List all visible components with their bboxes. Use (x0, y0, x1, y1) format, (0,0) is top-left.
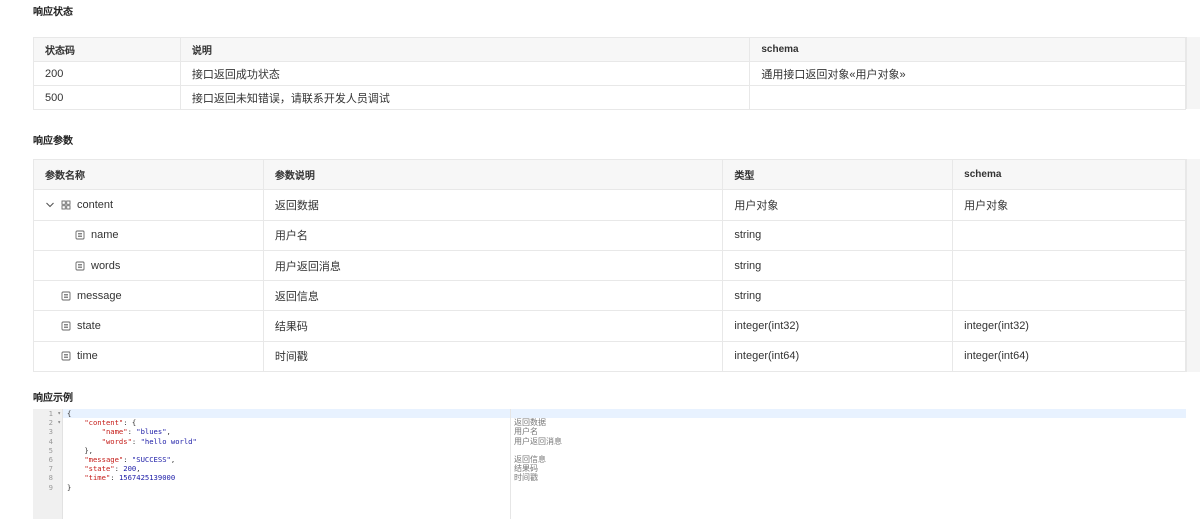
param-schema (952, 219, 1186, 251)
param-description: 结果码 (262, 310, 724, 342)
param-name: name (91, 229, 119, 242)
code-comments: 返回数据 用户名 用户返回消息 返回信息 结果码 时间戳 (514, 418, 562, 482)
comment-line: 用户名 (514, 427, 538, 437)
field-icon (61, 291, 71, 301)
comment-line: 返回信息 (514, 454, 546, 464)
param-type: 用户对象 (722, 189, 954, 221)
param-type: string (722, 249, 954, 282)
column-header-schema: schema (749, 37, 1186, 62)
field-icon (61, 351, 71, 361)
param-description: 返回信息 (262, 280, 724, 312)
column-header-type: 类型 (722, 158, 954, 191)
param-schema (952, 249, 1186, 282)
param-name: time (77, 350, 98, 363)
param-name: state (77, 320, 101, 333)
code-line: "content": { (84, 418, 137, 428)
code-line: } (67, 482, 72, 492)
object-grid-icon (61, 200, 71, 210)
line-number: 3 (48, 427, 53, 437)
scrollbar[interactable] (1186, 37, 1200, 109)
description-cell: 接口返回成功状态 (179, 61, 751, 86)
comment-line: 返回数据 (514, 418, 546, 428)
comment-divider (510, 409, 511, 519)
param-type: string (722, 219, 954, 251)
active-line-highlight (63, 409, 1186, 419)
response-example-title: 响应示例 (33, 393, 73, 404)
param-type: integer(int64) (722, 340, 954, 373)
code-line: "words": "hello world" (101, 436, 197, 446)
code-line: "state": 200, (84, 464, 141, 474)
field-icon (75, 261, 85, 270)
code-line: "time": 1567425139000 (84, 473, 176, 483)
param-name: words (91, 259, 121, 272)
param-description: 用户返回消息 (262, 249, 724, 282)
table-row: state 结果码 integer(int32) integer(int32) (33, 310, 1186, 342)
response-status-title: 响应状态 (33, 7, 73, 18)
code-line: }, (84, 445, 93, 455)
line-number: 1 ▾ (48, 409, 61, 418)
table-row: message 返回信息 string (33, 280, 1186, 312)
line-number: 7 (48, 464, 53, 474)
param-description: 时间戳 (262, 340, 724, 373)
table-row: 500 接口返回未知错误，请联系开发人员调试 (33, 85, 1186, 110)
response-params-table: 参数名称 参数说明 类型 schema content 返回数据 用户对象 用户… (33, 158, 1186, 373)
schema-cell (749, 85, 1186, 110)
fold-arrow-icon[interactable]: ▾ (57, 418, 61, 427)
table-row: 200 接口返回成功状态 通用接口返回对象«用户对象» (33, 61, 1186, 86)
param-schema: integer(int64) (952, 340, 1186, 373)
response-example-editor[interactable]: 1 ▾ 2 ▾ 3 4 5 6 7 8 9 { "content": { "name… (33, 409, 1186, 519)
chevron-down-icon[interactable] (45, 200, 55, 210)
comment-line (514, 446, 562, 455)
field-icon (75, 230, 85, 240)
param-schema: integer(int32) (952, 310, 1186, 342)
column-header-schema: schema (952, 158, 1186, 191)
comment-line: 时间戳 (514, 473, 538, 483)
response-status-table: 状态码 说明 schema 200 接口返回成功状态 通用接口返回对象«用户对象… (33, 37, 1186, 110)
status-code-cell: 500 (33, 85, 181, 110)
code-line: "name": "blues", (101, 427, 171, 437)
table-header-row: 参数名称 参数说明 类型 schema (33, 158, 1186, 191)
param-type: string (722, 280, 954, 312)
line-number: 4 (48, 436, 53, 446)
table-header-row: 状态码 说明 schema (33, 37, 1186, 62)
line-number: 9 (48, 482, 53, 492)
line-number: 5 (48, 445, 53, 455)
param-description: 返回数据 (262, 189, 724, 221)
table-row: name 用户名 string (33, 219, 1186, 251)
table-row[interactable]: content 返回数据 用户对象 用户对象 (33, 189, 1186, 221)
line-number-gutter: 1 ▾ 2 ▾ 3 4 5 6 7 8 9 (33, 409, 63, 519)
fold-arrow-icon[interactable]: ▾ (57, 409, 61, 418)
code-line: "message": "SUCCESS", (84, 454, 176, 464)
line-number: 6 (48, 454, 53, 464)
comment-line: 用户返回消息 (514, 436, 562, 446)
param-name: message (77, 289, 122, 302)
code-line: { (67, 409, 72, 418)
column-header-description: 说明 (179, 37, 751, 62)
description-cell: 接口返回未知错误，请联系开发人员调试 (179, 85, 751, 110)
field-icon (61, 321, 71, 331)
response-params-title: 响应参数 (33, 136, 73, 147)
line-number: 2 ▾ (48, 418, 61, 428)
param-schema (952, 280, 1186, 312)
column-header-status-code: 状态码 (33, 37, 181, 62)
status-code-cell: 200 (33, 61, 181, 86)
comment-line: 结果码 (514, 464, 538, 474)
param-description: 用户名 (262, 219, 724, 251)
column-header-param-name: 参数名称 (33, 158, 264, 191)
schema-cell: 通用接口返回对象«用户对象» (749, 61, 1186, 86)
table-row: time 时间戳 integer(int64) integer(int64) (33, 340, 1186, 373)
scrollbar[interactable] (1186, 159, 1200, 372)
param-type: integer(int32) (722, 310, 954, 342)
table-row: words 用户返回消息 string (33, 249, 1186, 282)
param-schema: 用户对象 (952, 189, 1186, 221)
line-number: 8 (48, 473, 53, 483)
code-content[interactable]: { "content": { "name": "blues", "words":… (67, 409, 197, 492)
column-header-param-desc: 参数说明 (262, 158, 724, 191)
param-name: content (77, 198, 114, 211)
